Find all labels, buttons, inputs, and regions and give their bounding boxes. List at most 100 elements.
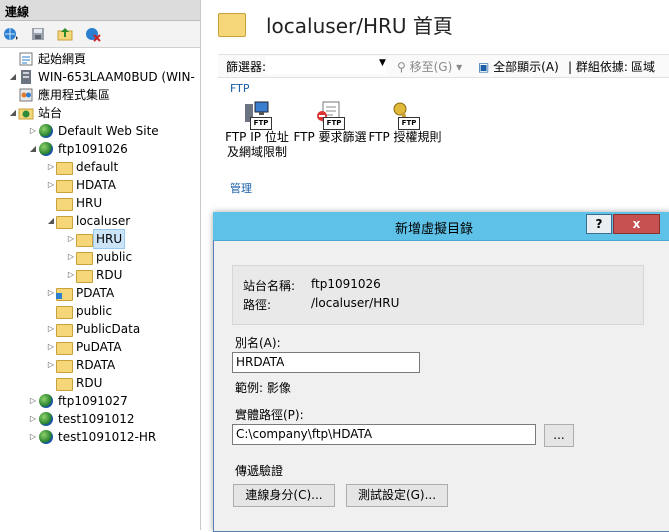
save-icon[interactable] [30,26,46,42]
tree-item-label: PuDATA [76,340,122,354]
section-management: 管理 [230,182,252,195]
folder-icon [56,213,73,229]
expand-icon[interactable]: ▷ [46,356,56,374]
tree-item-label: PublicData [76,322,141,336]
show-all-button[interactable]: ▣ 全部顯示(A) [478,58,559,75]
ftp-authorization-rules-icon: FTP [390,100,420,130]
help-button[interactable]: ? [586,214,612,234]
alias-input[interactable]: HRDATA [232,352,420,373]
folder-icon [56,339,73,355]
expand-icon[interactable]: ▷ [66,266,76,284]
section-ftp: FTP [230,82,250,95]
tree-item-label: HRU [92,229,126,249]
expand-icon[interactable]: ▷ [28,122,38,140]
dialog-title: 新增虛擬目錄 [395,222,474,237]
tree-item-label: public [96,250,133,264]
feature-label: FTP 要求篩選 [293,130,367,144]
collapse-icon[interactable]: ◢ [28,140,38,158]
globe-icon [38,429,54,445]
filter-label: 篩選器: [226,60,267,74]
expand-icon[interactable]: ▷ [46,320,56,338]
tree-item-label: default [76,160,119,174]
collapse-icon[interactable]: ◢ [8,104,18,122]
tree-item-label: Default Web Site [58,124,159,138]
tree-item-label: localuser [76,214,131,228]
ftp-request-filtering-icon: FTP [315,100,345,130]
tree-item-label: public [76,304,113,318]
app-pools-icon [18,87,34,103]
alias-label: 別名(A): [235,336,281,350]
folder-icon [56,303,73,319]
expand-icon[interactable]: ▷ [28,392,38,410]
path-value: /localuser/HRU [311,296,400,310]
expand-icon[interactable]: ▷ [46,338,56,356]
folder-icon [76,249,93,265]
folder-icon [56,177,73,193]
show-all-label: 全部顯示(A) [493,60,559,74]
folder-icon [56,357,73,373]
alias-example: 範例: 影像 [235,381,291,395]
feature-ftp-authorization-rules[interactable]: FTP FTP 授權規則 [368,100,442,145]
site-name-value: ftp1091026 [311,277,381,291]
expand-icon[interactable]: ▷ [28,428,38,446]
ftp-ip-restrictions-icon: FTP [242,100,272,130]
tree-item-label: 應用程式集區 [38,88,111,102]
group-by-select[interactable]: 區域 [631,58,655,75]
move-to-button[interactable]: ⚲ 移至(G) ▾ [397,58,462,75]
funnel-icon: ⚲ [397,60,406,74]
page-folder-icon [218,13,246,37]
expand-icon[interactable]: ▷ [66,248,76,266]
tree-item-label: WIN-653LAAM0BUD (WIN- [38,70,195,84]
virtual-dir-icon [56,285,73,301]
expand-icon[interactable]: ▷ [66,230,76,248]
tree-item-label: PDATA [76,286,115,300]
expand-icon[interactable]: ▷ [46,176,56,194]
site-name-label: 站台名稱: [243,279,296,293]
collapse-icon[interactable]: ◢ [46,212,56,230]
folder-icon [56,321,73,337]
physical-path-label: 實體路徑(P): [235,408,304,422]
physical-path-input[interactable]: C:\company\ftp\HDATA [232,424,536,445]
tree-item-label: RDU [76,376,103,390]
tree-item-label: 起始網頁 [38,52,87,66]
tree-item-label: test1091012-HR [58,430,157,444]
folder-icon [56,375,73,391]
browse-button[interactable]: ... [544,424,574,447]
test-settings-button[interactable]: 測試設定(G)... [346,484,448,507]
connections-title: 連線 [5,5,30,19]
collapse-icon[interactable]: ◢ [8,68,18,86]
page-title: localuser/HRU 首頁 [266,14,453,38]
close-button[interactable]: x [613,214,660,234]
connections-header: 連線 [0,0,200,21]
globe-icon [38,141,54,157]
connect-globe-icon[interactable] [3,26,19,42]
tree-item-label: HDATA [76,178,116,192]
disconnect-icon[interactable] [85,26,101,42]
tree-item-label: RDU [96,268,123,282]
expand-icon[interactable]: ▷ [28,410,38,428]
move-to-label: 移至(G) [409,60,453,74]
feature-ftp-request-filtering[interactable]: FTP FTP 要求篩選 [293,100,367,145]
sites-icon [18,105,34,121]
site-info-box [232,265,644,325]
feature-label: 及網域限制 [226,145,287,159]
expand-icon[interactable]: ▷ [46,158,56,176]
feature-ftp-ip-restrictions[interactable]: FTP FTP IP 位址 及網域限制 [224,100,290,160]
folder-icon [76,231,93,247]
expand-icon[interactable]: ▷ [46,284,56,302]
path-label: 路徑: [243,298,272,312]
feature-label: FTP IP 位址 [225,130,289,144]
tree-item-label: HRU [76,196,103,210]
globe-icon [38,393,54,409]
tree-item-label: 站台 [38,106,63,120]
filter-dropdown-icon[interactable]: ▼ [379,58,386,68]
globe-icon [38,123,54,139]
folder-icon [56,195,73,211]
up-level-icon[interactable] [57,26,73,42]
group-by-label: | 群組依據: [568,60,628,74]
show-all-icon: ▣ [478,60,490,74]
start-page-icon [18,51,34,67]
folder-icon [76,267,93,283]
filter-input[interactable] [266,56,386,74]
connect-as-button[interactable]: 連線身分(C)... [233,484,335,507]
